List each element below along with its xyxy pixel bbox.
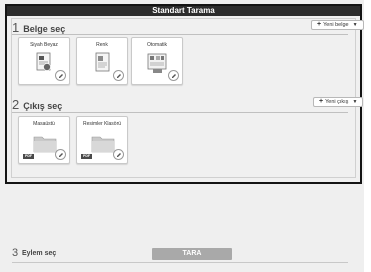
plus-icon: + — [319, 98, 324, 105]
chevron-down-icon: ▼ — [352, 22, 358, 28]
action-section-title: Eylem seç — [22, 250, 57, 257]
document-tile-auto[interactable]: Otomatik — [131, 37, 183, 85]
section-divider — [12, 112, 348, 113]
new-output-button[interactable]: + Yeni çıkış ▼ — [313, 97, 364, 107]
document-section-number: 1 — [12, 20, 20, 35]
edit-icon[interactable] — [113, 149, 124, 160]
section-divider — [12, 262, 348, 263]
scan-button[interactable]: TARA — [152, 248, 232, 260]
plus-icon: + — [317, 21, 322, 28]
document-tile-bw[interactable]: Siyah Beyaz — [18, 37, 70, 85]
action-section-number: 3 — [12, 247, 19, 259]
output-tile-label: Resimler Klasörü — [82, 121, 122, 127]
document-tile-label: Siyah Beyaz — [30, 42, 58, 48]
new-document-label: Yeni belge — [323, 22, 349, 28]
edit-icon[interactable] — [113, 70, 124, 81]
new-document-button[interactable]: + Yeni belge ▼ — [311, 20, 364, 30]
document-auto-icon — [146, 52, 170, 74]
document-tile-label: Otomatik — [146, 42, 167, 48]
section-divider — [12, 34, 348, 35]
output-section-number: 2 — [12, 97, 20, 112]
output-section-title: Çıkış seç — [23, 101, 63, 111]
edit-icon[interactable] — [55, 70, 66, 81]
folder-icon — [91, 133, 115, 155]
new-output-label: Yeni çıkış — [325, 99, 349, 105]
app-window: Standart Tarama 1 Belge seç + Yeni belge… — [0, 0, 371, 272]
pdf-badge: PDF — [81, 154, 92, 159]
edit-icon[interactable] — [55, 149, 66, 160]
document-section-title: Belge seç — [23, 24, 66, 34]
pdf-badge: PDF — [23, 154, 34, 159]
folder-icon — [33, 133, 57, 155]
output-tile-pictures[interactable]: Resimler Klasörü PDF — [76, 116, 128, 164]
document-color-icon — [91, 52, 115, 74]
chevron-down-icon: ▼ — [352, 99, 358, 105]
document-tile-color[interactable]: Renk — [76, 37, 128, 85]
document-section-header: 1 Belge seç — [12, 20, 65, 35]
edit-icon[interactable] — [168, 70, 179, 81]
output-tile-desktop[interactable]: Masaüstü PDF — [18, 116, 70, 164]
output-tile-label: Masaüstü — [33, 121, 55, 127]
output-section-header: 2 Çıkış seç — [12, 97, 62, 112]
document-bw-icon — [33, 52, 57, 74]
profile-title: Standart Tarama — [7, 6, 360, 16]
document-tile-label: Renk — [96, 42, 108, 48]
